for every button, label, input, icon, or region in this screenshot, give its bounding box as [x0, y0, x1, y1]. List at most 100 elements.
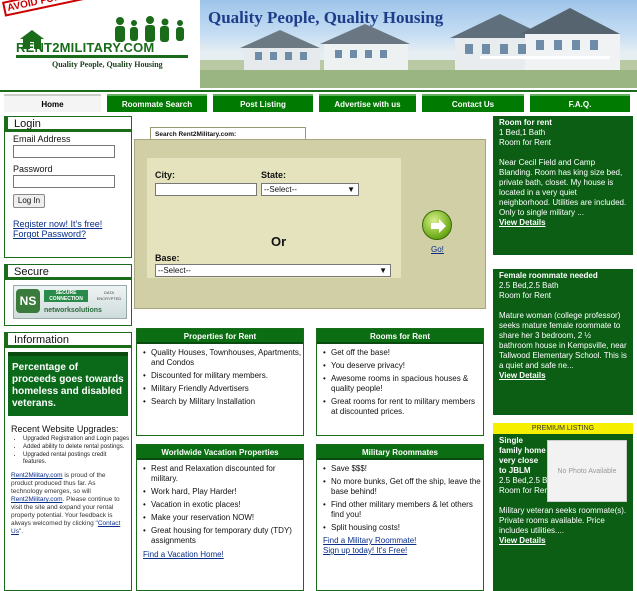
- chevron-down-icon: ▼: [379, 266, 387, 275]
- listing-beds: 1 Bed,1 Bath: [499, 128, 546, 137]
- rooms-title[interactable]: Rooms for Rent: [317, 329, 483, 344]
- view-details-link[interactable]: View Details: [499, 536, 627, 546]
- listing-title: Room for rent: [499, 118, 552, 127]
- list-item: Vacation in exotic places!: [143, 500, 303, 510]
- properties-list: Quality Houses, Townhouses, Apartments, …: [143, 348, 303, 407]
- tab-post-listing[interactable]: Post Listing: [213, 94, 313, 112]
- list-item: Search by Military Installation: [143, 397, 303, 407]
- network-solutions-seal[interactable]: NS SECURE CONNECTION DATA ENCRYPTED netw…: [13, 285, 127, 319]
- ns-logo-icon: NS: [16, 289, 40, 313]
- base-value: --Select--: [158, 266, 191, 275]
- vacation-box: Worldwide Vacation Properties Rest and R…: [136, 444, 304, 591]
- listing-type: Room for Rent: [499, 138, 552, 147]
- list-item: Awesome rooms in spacious houses & quali…: [323, 374, 483, 394]
- veterans-banner: Percentage of proceeds goes towards home…: [8, 352, 128, 416]
- rooms-box: Rooms for Rent Get off the base! You des…: [316, 328, 484, 436]
- logo-tagline: Quality People, Quality Housing: [52, 60, 163, 69]
- view-details-link[interactable]: View Details: [499, 218, 627, 228]
- listing-card[interactable]: Room for rent 1 Bed,1 Bath Room for Rent…: [493, 116, 633, 255]
- base-select[interactable]: --Select-- ▼: [155, 264, 391, 277]
- tab-advertise[interactable]: Advertise with us: [319, 94, 416, 112]
- login-box: Login Email Address Password Log In Regi…: [4, 116, 132, 258]
- find-vacation-link[interactable]: Find a Vacation Home!: [143, 550, 303, 560]
- state-label: State:: [261, 170, 287, 180]
- go-button[interactable]: [422, 210, 452, 240]
- view-details-link[interactable]: View Details: [499, 371, 627, 381]
- list-item: Great housing for temporary duty (TDY) a…: [143, 526, 303, 546]
- search-panel: City: State: --Select-- ▼ Or Base: --Sele…: [147, 158, 401, 278]
- find-roommate-link[interactable]: Find a Military Roommate!: [323, 536, 483, 546]
- listing-card[interactable]: Female roommate needed 2.5 Bed,2.5 Bath …: [493, 269, 633, 415]
- register-link[interactable]: Register now! It's free!: [13, 219, 131, 229]
- list-item: Rest and Relaxation discounted for milit…: [143, 464, 303, 484]
- go-link[interactable]: Go!: [431, 245, 444, 254]
- rooms-list: Get off the base! You deserve privacy! A…: [323, 348, 483, 417]
- tab-roommate-search[interactable]: Roommate Search: [107, 94, 207, 112]
- upgrades-list: Upgraded Registration and Login pages Ad…: [23, 436, 131, 466]
- list-item: Save $$$!: [323, 464, 483, 474]
- information-box: Information Percentage of proceeds goes …: [4, 332, 132, 591]
- upgrades-title: Recent Website Upgrades:: [11, 424, 119, 434]
- list-item: No more bunks, Get off the ship, leave t…: [323, 477, 483, 497]
- site-link[interactable]: Rent2Military.com: [11, 496, 63, 503]
- header-banner: Quality People, Quality Housing: [200, 0, 637, 88]
- listing-title: Single family home very close to JBLM: [499, 436, 546, 475]
- secure-title: Secure: [5, 265, 131, 280]
- logo[interactable]: AVOID FORECLOSURE! RENT2MILITARY.COM Qua…: [0, 0, 200, 88]
- forgot-password-link[interactable]: Forgot Password?: [13, 229, 131, 239]
- premium-listing-card[interactable]: No Photo Available Single family home ve…: [493, 434, 633, 591]
- tab-contact-us[interactable]: Contact Us: [422, 94, 524, 112]
- list-item: Military Friendly Advertisers: [143, 384, 303, 394]
- state-select[interactable]: --Select-- ▼: [261, 183, 359, 196]
- roommates-title[interactable]: Military Roommates: [317, 445, 483, 460]
- city-label: City:: [155, 170, 175, 180]
- list-item: Quality Houses, Townhouses, Apartments, …: [143, 348, 303, 368]
- listing-description: Military veteran seeks roommate(s). Priv…: [499, 506, 627, 535]
- listing-type: Room for Rent: [499, 291, 552, 300]
- list-item: Added ability to delete rental postings.: [23, 444, 131, 451]
- data-encrypted-label: DATA ENCRYPTED: [96, 290, 122, 301]
- info-text: ".: [18, 528, 24, 535]
- login-button[interactable]: Log In: [13, 194, 45, 208]
- tab-faq[interactable]: F.A.Q.: [530, 94, 630, 112]
- password-field[interactable]: [13, 175, 115, 188]
- site-link[interactable]: Rent2Military.com: [11, 472, 63, 479]
- properties-title[interactable]: Properties for Rent: [137, 329, 303, 344]
- secure-connection-label: SECURE CONNECTION: [44, 290, 88, 302]
- tab-home[interactable]: Home: [4, 94, 101, 112]
- list-item: Great rooms for rent to military members…: [323, 397, 483, 417]
- banner-title: Quality People, Quality Housing: [208, 8, 444, 27]
- vacation-list: Rest and Relaxation discounted for milit…: [143, 464, 303, 546]
- premium-listing-header: PREMIUM LISTING: [493, 423, 633, 434]
- email-field[interactable]: [13, 145, 115, 158]
- no-photo-placeholder: No Photo Available: [547, 440, 627, 502]
- listing-title: Female roommate needed: [499, 271, 598, 280]
- listing-description: Near Cecil Field and Camp Blanding. Room…: [499, 158, 627, 217]
- or-label: Or: [271, 234, 287, 249]
- arrow-right-icon: [431, 219, 446, 233]
- network-solutions-label: networksolutions: [44, 307, 102, 314]
- header: AVOID FORECLOSURE! RENT2MILITARY.COM Qua…: [0, 0, 637, 88]
- roommates-box: Military Roommates Save $$$! No more bun…: [316, 444, 484, 591]
- list-item: Make your reservation NOW!: [143, 513, 303, 523]
- list-item: Discounted for military members.: [143, 371, 303, 381]
- vacation-title[interactable]: Worldwide Vacation Properties: [137, 445, 303, 460]
- search-box: City: State: --Select-- ▼ Or Base: --Sele…: [134, 139, 486, 309]
- listing-description: Mature woman (college professor) seeks m…: [499, 311, 627, 370]
- login-title: Login: [5, 117, 131, 132]
- information-title: Information: [5, 333, 131, 348]
- email-label: Email Address: [13, 134, 71, 144]
- list-item: Get off the base!: [323, 348, 483, 358]
- properties-box: Properties for Rent Quality Houses, Town…: [136, 328, 304, 436]
- state-value: --Select--: [264, 185, 297, 194]
- sign-up-link[interactable]: Sign up today! It's Free!: [323, 546, 483, 556]
- list-item: You deserve privacy!: [323, 361, 483, 371]
- main-nav: Home Roommate Search Post Listing Advert…: [0, 90, 637, 112]
- city-input[interactable]: [155, 183, 257, 196]
- base-label: Base:: [155, 253, 180, 263]
- logo-text: RENT2MILITARY.COM: [16, 40, 155, 55]
- list-item: Work hard, Play Harder!: [143, 487, 303, 497]
- list-item: Upgraded Registration and Login pages: [23, 436, 131, 443]
- secure-box: Secure NS SECURE CONNECTION DATA ENCRYPT…: [4, 264, 132, 326]
- foreclosure-badge[interactable]: AVOID FORECLOSURE!: [2, 0, 125, 17]
